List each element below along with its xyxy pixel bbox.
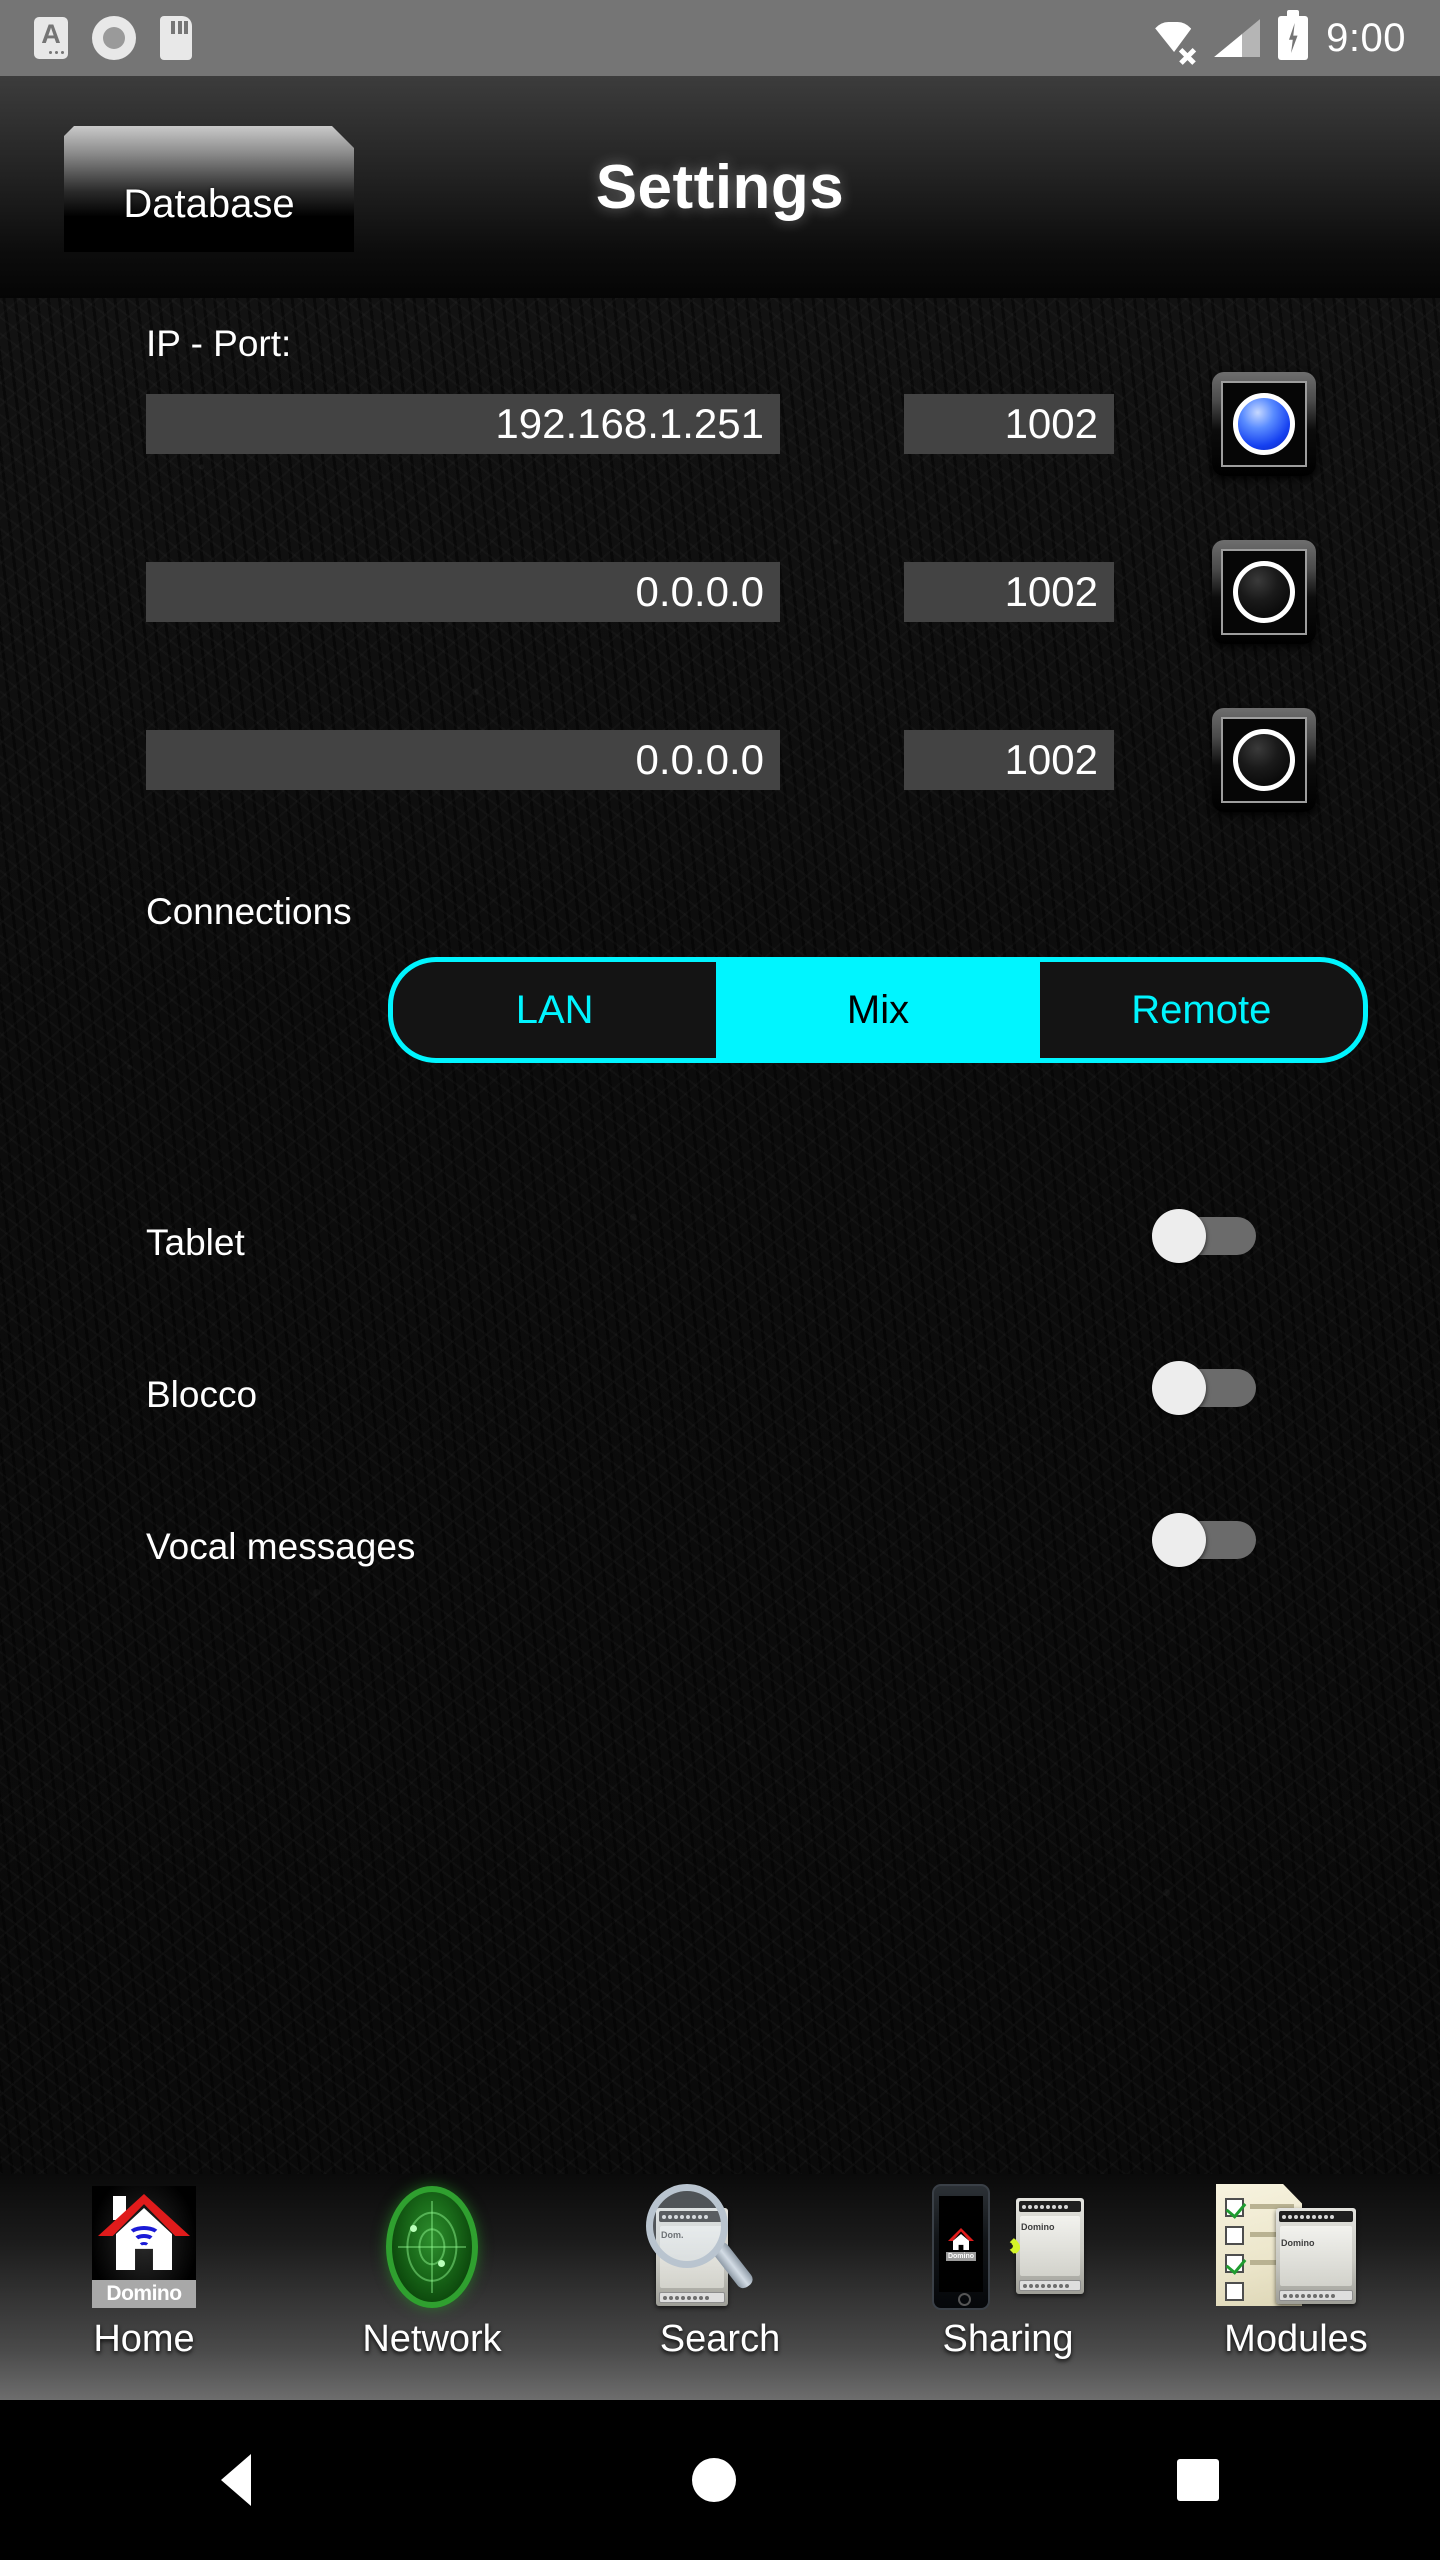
ip-port-label: IP - Port:: [146, 323, 292, 364]
toggle-label-blocco: Blocco: [146, 1374, 258, 1415]
home-button[interactable]: [691, 2458, 736, 2502]
status-bar-clock: 9:00: [1326, 16, 1406, 60]
toggle-blocco[interactable]: [1152, 1361, 1256, 1415]
ip-input-3[interactable]: 0.0.0.0: [146, 730, 780, 790]
sim-card-icon: [160, 16, 192, 60]
port-input-3[interactable]: 1002: [904, 730, 1114, 790]
nav-label-modules: Modules: [1224, 2318, 1368, 2360]
back-button[interactable]: [220, 2454, 251, 2506]
ip-input-2[interactable]: 0.0.0.0: [146, 562, 780, 622]
nav-label-home: Home: [93, 2318, 195, 2360]
magnifier-module-icon: Dom.: [640, 2184, 800, 2316]
connections-segmented-control[interactable]: LAN Mix Remote: [388, 957, 1368, 1063]
nav-item-home[interactable]: Domino Home: [0, 2174, 288, 2400]
tab-database[interactable]: Database: [64, 126, 354, 252]
connection-radio-3[interactable]: [1212, 708, 1316, 812]
nav-label-network: Network: [362, 2318, 502, 2360]
toggle-tablet[interactable]: [1152, 1209, 1256, 1263]
ring-icon: [92, 16, 136, 60]
bottom-navigation: Domino Home Network Dom. Search Domino D…: [0, 2174, 1440, 2400]
a-card-icon: A: [34, 17, 68, 59]
checklist-module-icon: Domino: [1216, 2184, 1376, 2316]
nav-item-sharing[interactable]: Domino Domino Sharing: [864, 2174, 1152, 2400]
connection-radio-1[interactable]: [1212, 372, 1316, 476]
segment-lan[interactable]: LAN: [393, 962, 717, 1058]
nav-item-network[interactable]: Network: [288, 2174, 576, 2400]
connections-label: Connections: [146, 891, 352, 932]
domino-house-icon: Domino: [64, 2184, 224, 2316]
toggle-label-vocal-messages: Vocal messages: [146, 1526, 416, 1567]
nav-label-sharing: Sharing: [942, 2318, 1074, 2360]
connection-radio-2[interactable]: [1212, 540, 1316, 644]
port-input-1[interactable]: 1002: [904, 394, 1114, 454]
nav-item-search[interactable]: Dom. Search: [576, 2174, 864, 2400]
recents-button[interactable]: [1177, 2459, 1220, 2501]
phone-wifi-module-icon: Domino Domino: [928, 2184, 1088, 2316]
android-navigation-bar: [0, 2400, 1440, 2560]
segment-mix[interactable]: Mix: [716, 962, 1040, 1058]
radio-indicator-on: [1233, 393, 1295, 455]
status-bar-right-icons: 9:00: [1150, 10, 1406, 65]
radio-indicator-off: [1233, 729, 1295, 791]
app-root: A 9:00 Settings Database IP - Port: 192.…: [0, 0, 1440, 2560]
cellular-signal-icon: [1214, 19, 1261, 57]
status-bar-left-icons: A: [34, 16, 192, 60]
radar-icon: [352, 2184, 512, 2316]
settings-content: IP - Port: 192.168.1.251 1002 0.0.0.0 10…: [0, 298, 1440, 2174]
tab-database-label: Database: [123, 181, 295, 226]
nav-item-modules[interactable]: Domino Modules: [1152, 2174, 1440, 2400]
ip-input-1[interactable]: 192.168.1.251: [146, 394, 780, 454]
radio-indicator-off: [1233, 561, 1295, 623]
segment-remote[interactable]: Remote: [1039, 962, 1363, 1058]
app-header: Settings Database: [0, 76, 1440, 298]
status-bar: A 9:00: [0, 0, 1440, 76]
toggle-vocal-messages[interactable]: [1152, 1513, 1256, 1567]
wifi-off-icon: [1150, 18, 1197, 65]
toggle-label-tablet: Tablet: [146, 1222, 245, 1263]
port-input-2[interactable]: 1002: [904, 562, 1114, 622]
battery-charging-icon: [1278, 10, 1309, 60]
nav-label-search: Search: [659, 2318, 781, 2360]
